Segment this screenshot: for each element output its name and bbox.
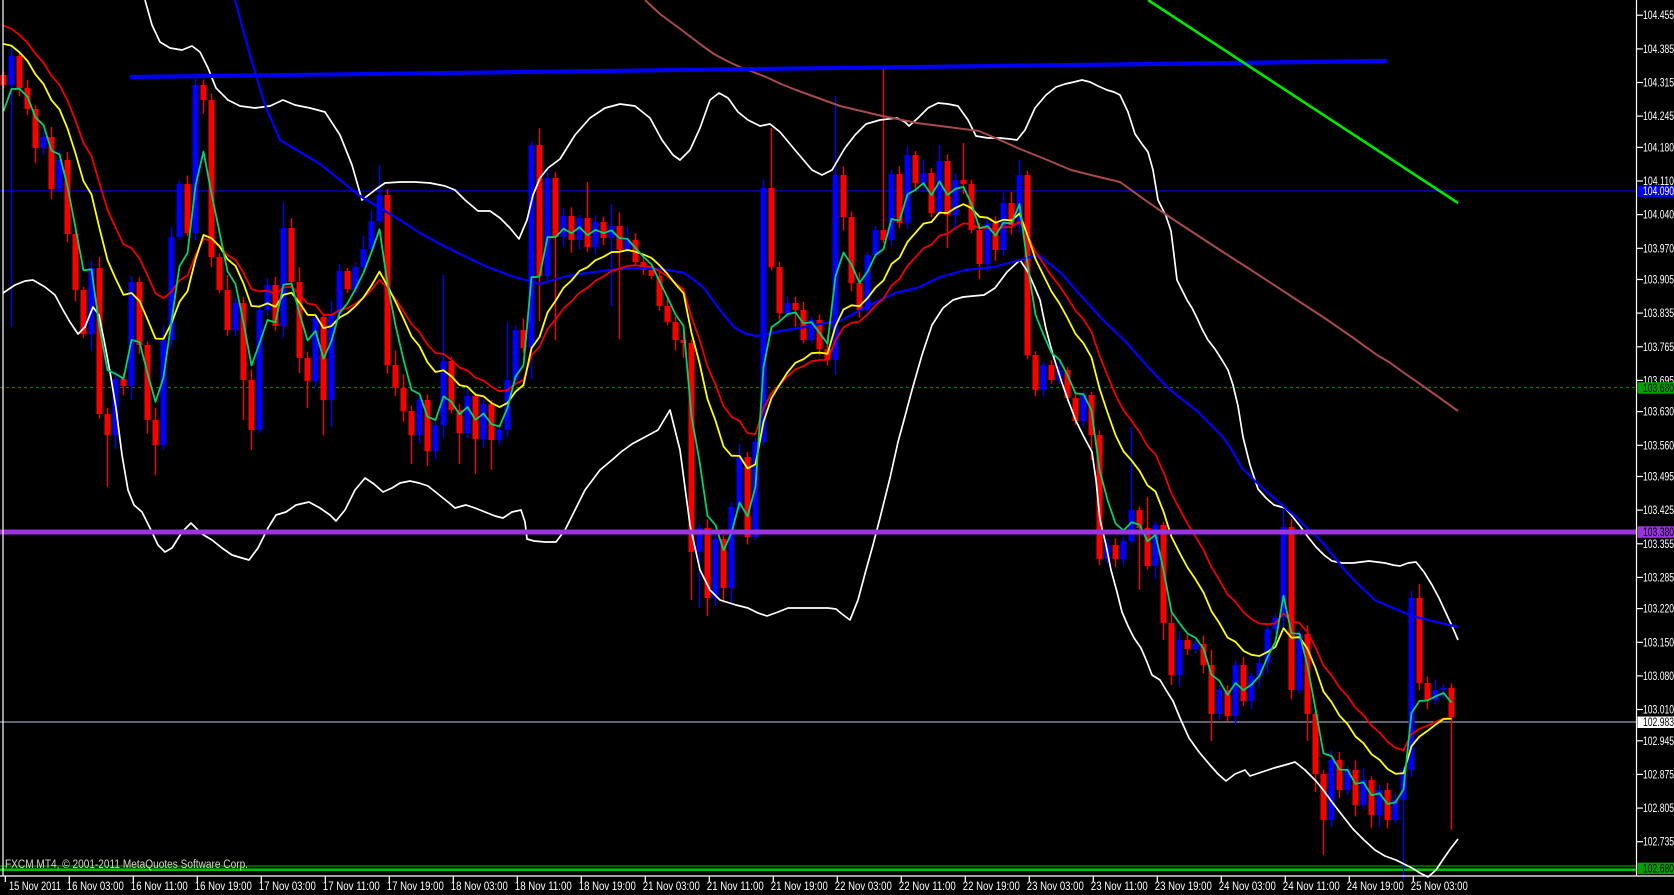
svg-text:22 Nov 19:00: 22 Nov 19:00 <box>963 881 1020 893</box>
svg-text:104.455: 104.455 <box>1643 10 1674 22</box>
svg-text:24 Nov 11:00: 24 Nov 11:00 <box>1283 881 1340 893</box>
svg-text:103.495: 103.495 <box>1643 472 1674 484</box>
svg-text:FXCM MT4, © 2001-2011 MetaQuot: FXCM MT4, © 2001-2011 MetaQuotes Softwar… <box>5 859 248 871</box>
svg-text:102.735: 102.735 <box>1643 837 1674 849</box>
svg-text:103.835: 103.835 <box>1643 308 1674 320</box>
svg-text:22 Nov 03:00: 22 Nov 03:00 <box>835 881 892 893</box>
svg-text:24 Nov 19:00: 24 Nov 19:00 <box>1347 881 1404 893</box>
svg-text:17 Nov 19:00: 17 Nov 19:00 <box>387 881 444 893</box>
svg-text:23 Nov 19:00: 23 Nov 19:00 <box>1155 881 1212 893</box>
svg-text:103.560: 103.560 <box>1643 440 1674 452</box>
svg-text:25 Nov 03:00: 25 Nov 03:00 <box>1411 881 1468 893</box>
svg-text:102.983: 102.983 <box>1643 717 1674 729</box>
svg-text:104.315: 104.315 <box>1643 78 1674 90</box>
svg-text:103.010: 103.010 <box>1643 705 1674 717</box>
svg-text:21 Nov 19:00: 21 Nov 19:00 <box>771 881 828 893</box>
svg-text:103.220: 103.220 <box>1643 604 1674 616</box>
svg-text:103.765: 103.765 <box>1643 342 1674 354</box>
svg-text:16 Nov 19:00: 16 Nov 19:00 <box>195 881 252 893</box>
svg-text:23 Nov 11:00: 23 Nov 11:00 <box>1091 881 1148 893</box>
svg-text:17 Nov 03:00: 17 Nov 03:00 <box>259 881 316 893</box>
svg-text:103.285: 103.285 <box>1643 572 1674 584</box>
svg-text:103.630: 103.630 <box>1643 407 1674 419</box>
svg-text:104.245: 104.245 <box>1643 111 1674 123</box>
svg-text:21 Nov 11:00: 21 Nov 11:00 <box>707 881 764 893</box>
svg-text:16 Nov 11:00: 16 Nov 11:00 <box>131 881 188 893</box>
svg-text:15 Nov 2011: 15 Nov 2011 <box>9 881 61 893</box>
svg-text:18 Nov 03:00: 18 Nov 03:00 <box>451 881 508 893</box>
svg-text:16 Nov 03:00: 16 Nov 03:00 <box>67 881 124 893</box>
svg-text:24 Nov 03:00: 24 Nov 03:00 <box>1219 881 1276 893</box>
svg-text:103.425: 103.425 <box>1643 505 1674 517</box>
svg-text:18 Nov 19:00: 18 Nov 19:00 <box>579 881 636 893</box>
svg-text:21 Nov 03:00: 21 Nov 03:00 <box>643 881 700 893</box>
svg-text:103.080: 103.080 <box>1643 671 1674 683</box>
svg-text:102.680: 102.680 <box>1643 863 1674 875</box>
svg-text:103.380: 103.380 <box>1643 527 1674 539</box>
svg-text:18 Nov 11:00: 18 Nov 11:00 <box>515 881 572 893</box>
svg-text:103.680: 103.680 <box>1643 383 1674 395</box>
svg-text:102.875: 102.875 <box>1643 769 1674 781</box>
svg-text:103.150: 103.150 <box>1643 637 1674 649</box>
svg-text:17 Nov 11:00: 17 Nov 11:00 <box>323 881 380 893</box>
svg-text:23 Nov 03:00: 23 Nov 03:00 <box>1027 881 1084 893</box>
svg-text:103.905: 103.905 <box>1643 275 1674 287</box>
svg-text:102.945: 102.945 <box>1643 736 1674 748</box>
svg-text:104.385: 104.385 <box>1643 44 1674 56</box>
svg-text:102.805: 102.805 <box>1643 803 1674 815</box>
svg-text:104.040: 104.040 <box>1643 210 1674 222</box>
svg-text:103.970: 103.970 <box>1643 243 1674 255</box>
svg-text:104.090: 104.090 <box>1643 186 1674 198</box>
svg-text:103.355: 103.355 <box>1643 539 1674 551</box>
svg-text:104.180: 104.180 <box>1643 142 1674 154</box>
svg-text:22 Nov 11:00: 22 Nov 11:00 <box>899 881 956 893</box>
